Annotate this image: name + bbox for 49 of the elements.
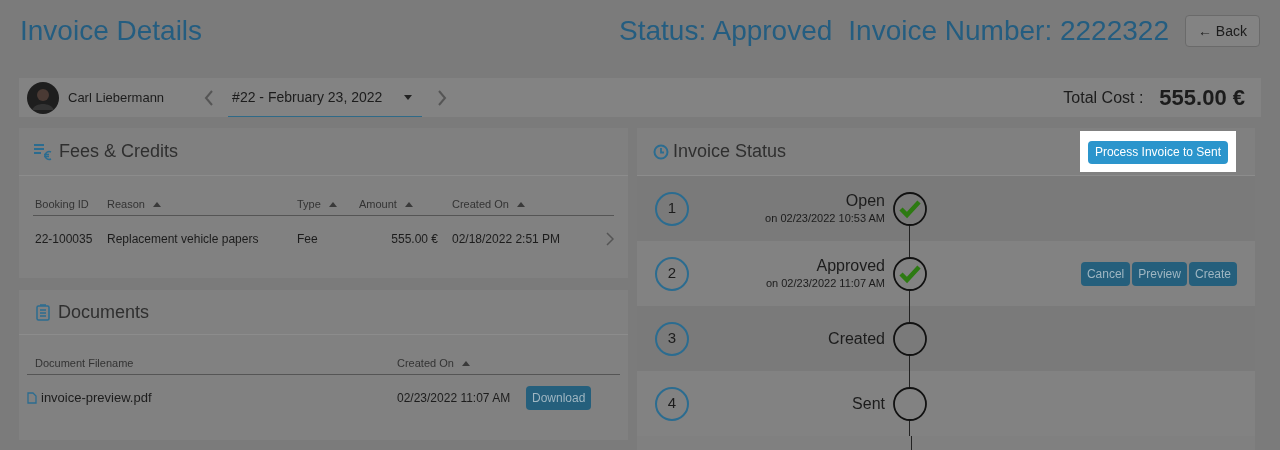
chevron-right-icon[interactable] — [606, 232, 614, 246]
step-date: on 02/23/2022 10:53 AM — [765, 210, 885, 226]
process-invoice-button[interactable]: Process Invoice to Sent — [1087, 140, 1228, 164]
file-name[interactable]: invoice-preview.pdf — [41, 388, 397, 408]
invoice-number: Invoice Number: 2222322 — [848, 14, 1169, 48]
column-header: Booking ID — [34, 197, 90, 213]
previous-icon[interactable] — [204, 89, 215, 106]
table-cell-text: 02/18/2022 2:51 PM — [451, 231, 562, 248]
step-number: 1 — [655, 191, 689, 226]
column-header[interactable]: Created On — [450, 196, 600, 213]
column-header[interactable]: Amount — [357, 196, 450, 213]
invoice-status: Status: Approved — [619, 14, 833, 48]
table-cell-text: 555.00 € — [390, 231, 439, 248]
step-label: Created — [828, 329, 885, 348]
table-cell-text: 02/23/2022 11:07 AM — [397, 390, 512, 407]
file-icon — [27, 392, 37, 404]
next-icon[interactable] — [437, 89, 448, 106]
panel-title: Invoice Status — [673, 140, 787, 163]
clock-icon — [653, 143, 669, 160]
step-number: 3 — [655, 321, 689, 356]
table-cell-text: Replacement vehicle papers — [106, 231, 260, 248]
step-date: on 02/23/2022 11:07 AM — [765, 275, 885, 291]
total-value: 555.00 € — [1159, 84, 1245, 112]
step-label: Sent — [852, 394, 885, 413]
column-header: Document Filename — [34, 356, 135, 372]
column-header[interactable]: Type — [295, 196, 357, 213]
table-cell-text: 22-100035 — [34, 231, 94, 248]
column-header[interactable]: Reason — [105, 196, 295, 213]
panel-title: Documents — [58, 300, 150, 324]
step-action-button[interactable]: Cancel — [1080, 261, 1131, 286]
column-header[interactable]: Created On — [397, 355, 547, 372]
step-action-button[interactable]: Create — [1188, 261, 1237, 286]
page-title: Invoice Details — [20, 14, 203, 48]
total-label: Total Cost : — [1063, 87, 1144, 108]
avatar — [27, 81, 59, 114]
back-button[interactable]: ← Back — [1185, 15, 1260, 47]
step-label: Approved — [816, 255, 885, 275]
customer-name: Carl Liebermann — [68, 88, 165, 107]
step-action-button[interactable]: Preview — [1132, 261, 1187, 286]
step-number: 4 — [655, 386, 689, 421]
step-number: 2 — [655, 256, 689, 291]
panel-title: Fees & Credits — [59, 140, 179, 163]
fees-icon — [33, 142, 53, 161]
download-button[interactable]: Download — [526, 386, 592, 410]
clipboard-icon — [36, 303, 50, 321]
table-cell-text: Fee — [296, 231, 319, 248]
step-label: Open — [845, 190, 885, 210]
invoice-select[interactable]: #22 - February 23, 2022 — [228, 78, 423, 117]
caret-icon[interactable] — [404, 94, 413, 100]
